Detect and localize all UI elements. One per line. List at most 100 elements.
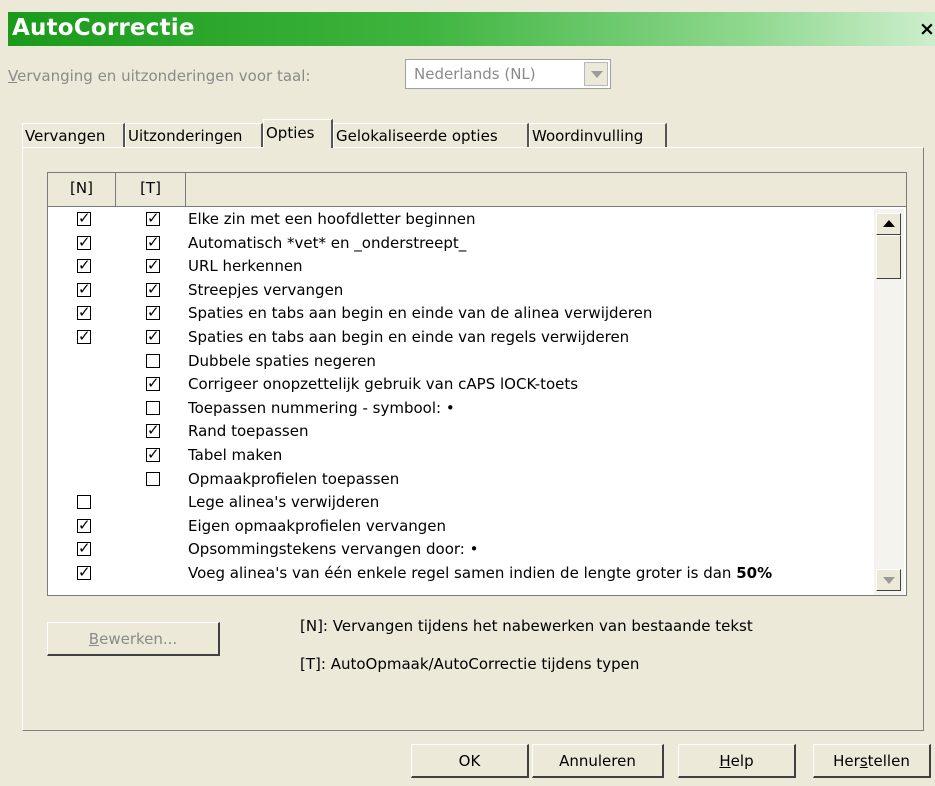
checkbox-n[interactable] <box>77 303 91 321</box>
option-row[interactable]: URL herkennen <box>48 256 874 279</box>
help-button-label: elp <box>730 752 754 770</box>
reset-button-label-a: Her <box>833 752 860 770</box>
option-row[interactable]: Streepjes vervangen <box>48 280 874 303</box>
tab-opties[interactable]: Opties <box>263 119 333 148</box>
option-row[interactable]: Opmaakprofielen toepassen <box>48 469 874 492</box>
option-label-text: Opsommingstekens vervangen door: • <box>188 540 479 559</box>
reset-button-label-b: tellen <box>867 752 910 770</box>
help-button[interactable]: Help <box>678 744 796 778</box>
checkbox-t[interactable] <box>146 209 160 227</box>
column-header-t[interactable]: [T] <box>116 173 186 206</box>
option-label: Dubbele spaties negeren <box>188 351 376 372</box>
option-row[interactable]: Opsommingstekens vervangen door: • <box>48 539 874 562</box>
option-label: Voeg alinea's van één enkele regel samen… <box>188 563 772 584</box>
options-header: [N] [T] <box>48 173 906 207</box>
option-label-text: Spaties en tabs aan begin en einde van d… <box>188 304 653 323</box>
tab-vervangen[interactable]: Vervangen <box>22 123 125 147</box>
checkbox-n[interactable] <box>77 209 91 227</box>
option-label-text: URL herkennen <box>188 257 303 276</box>
option-label: Tabel maken <box>188 445 282 466</box>
option-row[interactable]: Toepassen nummering - symbool: • <box>48 398 874 421</box>
ok-button[interactable]: OK <box>411 744 529 778</box>
option-row[interactable]: Rand toepassen <box>48 421 874 444</box>
edit-button-mnemonic: B <box>88 630 100 648</box>
option-label-text: Automatisch *vet* en _onderstreept_ <box>188 233 467 252</box>
checkbox-n[interactable] <box>77 495 91 510</box>
option-row[interactable]: Spaties en tabs aan begin en einde van r… <box>48 327 874 350</box>
language-dropdown[interactable]: Nederlands (NL) <box>405 59 611 89</box>
tab-uitzonderingen[interactable]: Uitzonderingen <box>125 123 263 147</box>
language-label-text: ervanging en uitzonderingen voor taal: <box>17 67 311 85</box>
checkbox-n[interactable] <box>77 563 91 581</box>
option-label: Streepjes vervangen <box>188 280 343 301</box>
checkbox-n[interactable] <box>77 327 91 345</box>
option-row[interactable]: Lege alinea's verwijderen <box>48 492 874 515</box>
checkbox-t[interactable] <box>146 400 160 415</box>
option-label-text: Rand toepassen <box>188 422 309 441</box>
option-row[interactable]: Spaties en tabs aan begin en einde van d… <box>48 303 874 326</box>
reset-button[interactable]: Herstellen <box>813 744 931 778</box>
option-label: Lege alinea's verwijderen <box>188 492 379 513</box>
scrollbar-thumb[interactable] <box>876 235 901 279</box>
options-list[interactable]: [N] [T] Elke zin met een hoofdletter beg… <box>47 172 907 596</box>
option-label: Opsommingstekens vervangen door: • <box>188 539 478 560</box>
legend-n: [N]: Vervangen tijdens het nabewerken va… <box>300 617 753 635</box>
checkbox-t[interactable] <box>146 303 160 321</box>
option-label: URL herkennen <box>188 256 303 277</box>
scroll-up-icon[interactable] <box>876 213 901 235</box>
checkbox-t[interactable] <box>146 327 160 345</box>
checkbox-t[interactable] <box>146 445 160 463</box>
option-label: Automatisch *vet* en _onderstreept_ <box>188 233 466 254</box>
language-label: Vervanging en uitzonderingen voor taal: <box>8 67 310 85</box>
checkbox-t[interactable] <box>146 280 160 298</box>
checkbox-t[interactable] <box>146 256 160 274</box>
cancel-button[interactable]: Annuleren <box>532 744 664 778</box>
option-label-text: Lege alinea's verwijderen <box>188 493 380 512</box>
option-label: Elke zin met een hoofdletter beginnen <box>188 209 476 230</box>
checkbox-n[interactable] <box>77 256 91 274</box>
options-rows: Elke zin met een hoofdletter beginnen Aut… <box>48 209 874 595</box>
chevron-down-icon[interactable] <box>584 62 608 86</box>
vertical-scrollbar[interactable] <box>874 209 904 595</box>
option-row[interactable]: Eigen opmaakprofielen vervangen <box>48 516 874 539</box>
column-header-option[interactable] <box>186 173 906 206</box>
option-label-text: Opmaakprofielen toepassen <box>188 469 400 488</box>
option-row[interactable]: Elke zin met een hoofdletter beginnen <box>48 209 874 232</box>
edit-button[interactable]: Bewerken... <box>47 622 220 656</box>
edit-button-label: ewerken... <box>99 630 178 648</box>
checkbox-t[interactable] <box>146 374 160 392</box>
option-row[interactable]: Automatisch *vet* en _onderstreept_ <box>48 233 874 256</box>
title-bar: AutoCorrectie × <box>8 12 935 46</box>
option-label: Spaties en tabs aan begin en einde van d… <box>188 303 652 324</box>
column-header-n[interactable]: [N] <box>48 173 116 206</box>
checkbox-t[interactable] <box>146 233 160 251</box>
option-label-text: Streepjes vervangen <box>188 280 344 299</box>
option-label-value: 50% <box>736 564 773 582</box>
tab-gelokaliseerde-opties[interactable]: Gelokaliseerde opties <box>333 123 529 147</box>
checkbox-n[interactable] <box>77 280 91 298</box>
checkbox-n[interactable] <box>77 539 91 557</box>
language-dropdown-value: Nederlands (NL) <box>414 65 536 83</box>
tab-woordinvulling[interactable]: Woordinvulling <box>529 123 667 147</box>
legend-t: [T]: AutoOpmaak/AutoCorrectie tijdens ty… <box>300 655 640 673</box>
checkbox-n[interactable] <box>77 233 91 251</box>
option-label-text: Eigen opmaakprofielen vervangen <box>188 516 447 535</box>
help-button-mnemonic: H <box>719 752 731 770</box>
checkbox-t[interactable] <box>146 421 160 439</box>
option-label: Rand toepassen <box>188 421 308 442</box>
option-row[interactable]: Dubbele spaties negeren <box>48 351 874 374</box>
autocorrect-dialog: AutoCorrectie × Vervanging en uitzonderi… <box>0 0 935 786</box>
option-row[interactable]: Tabel maken <box>48 445 874 468</box>
checkbox-t[interactable] <box>146 353 160 368</box>
checkbox-n[interactable] <box>77 516 91 534</box>
option-label-text: Tabel maken <box>188 446 283 464</box>
option-label-text: Toepassen nummering - symbool: • <box>188 398 455 417</box>
scroll-down-icon[interactable] <box>876 569 901 591</box>
language-label-mnemonic: V <box>8 67 18 85</box>
close-icon[interactable]: × <box>917 18 935 40</box>
option-row[interactable]: Voeg alinea's van één enkele regel samen… <box>48 563 874 586</box>
checkbox-t[interactable] <box>146 471 160 486</box>
reset-button-mnemonic: s <box>859 752 868 770</box>
dialog-title: AutoCorrectie <box>12 15 195 41</box>
option-row[interactable]: Corrigeer onopzettelijk gebruik van cAPS… <box>48 374 874 397</box>
